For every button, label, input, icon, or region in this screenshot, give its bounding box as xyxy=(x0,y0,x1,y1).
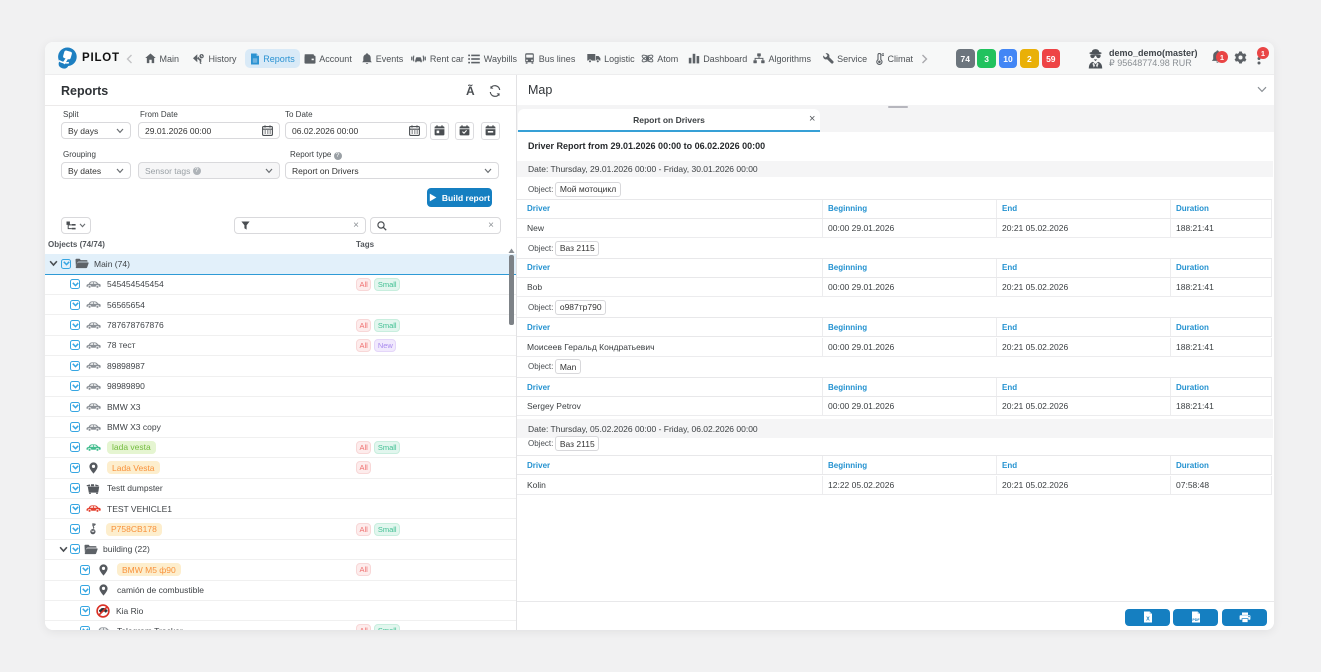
svg-text:X: X xyxy=(1146,617,1150,623)
svg-text:PDF: PDF xyxy=(1192,618,1200,622)
